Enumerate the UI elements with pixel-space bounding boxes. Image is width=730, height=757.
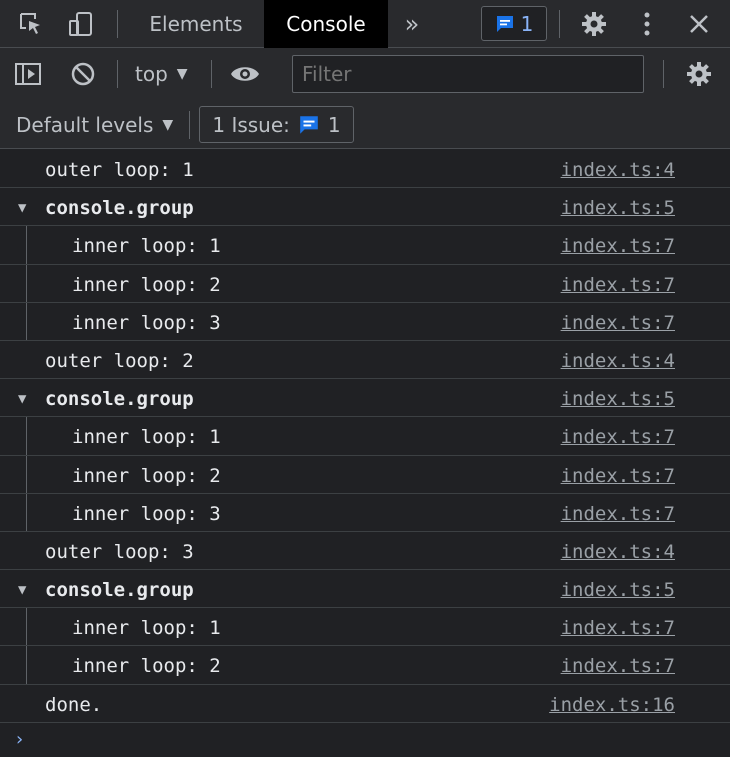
console-output: outer loop: 1 index.ts:4 ▼ console.group ind…	[0, 150, 730, 757]
source-link[interactable]: index.ts:5	[561, 579, 675, 601]
settings-gear-icon[interactable]	[579, 9, 609, 39]
expand-triangle-icon[interactable]: ▼	[18, 200, 26, 216]
group-indent-guide	[26, 646, 27, 684]
log-message: inner loop: 2	[72, 655, 221, 678]
source-link[interactable]: index.ts:4	[561, 350, 675, 372]
log-levels-label: Default levels	[16, 113, 154, 137]
log-message: console.group	[45, 388, 194, 411]
issues-button[interactable]: 1 Issue: 1	[199, 106, 354, 143]
live-expression-eye-icon[interactable]	[230, 59, 260, 89]
source-link[interactable]: index.ts:5	[561, 197, 675, 219]
more-tabs-button[interactable]: »	[392, 0, 432, 48]
log-message: outer loop: 3	[45, 540, 194, 563]
source-link[interactable]: index.ts:4	[561, 541, 675, 563]
log-message: outer loop: 1	[45, 159, 194, 181]
source-link[interactable]: index.ts:7	[561, 274, 675, 296]
group-indent-guide	[26, 302, 27, 340]
source-link[interactable]: index.ts:5	[561, 388, 675, 410]
divider	[117, 10, 118, 38]
message-icon	[496, 15, 513, 32]
log-message: inner loop: 3	[72, 502, 221, 525]
context-selector[interactable]: top ▼	[135, 62, 188, 86]
expand-triangle-icon[interactable]: ▼	[18, 391, 26, 407]
source-link[interactable]: index.ts:7	[561, 312, 675, 334]
log-message: console.group	[45, 579, 194, 602]
group-indent-guide	[26, 226, 27, 264]
group-indent-guide	[26, 493, 27, 531]
log-message: console.group	[45, 197, 194, 220]
divider	[211, 60, 212, 88]
device-toolbar-icon[interactable]	[66, 9, 96, 39]
console-log-row: outer loop: 3 index.ts:4	[0, 532, 730, 571]
filter-input[interactable]	[292, 55, 644, 93]
dropdown-arrow-icon: ▼	[176, 66, 188, 82]
tab-elements[interactable]: Elements	[135, 0, 257, 48]
source-link[interactable]: index.ts:16	[549, 694, 675, 716]
group-indent-guide	[26, 455, 27, 493]
console-log-row: outer loop: 2 index.ts:4	[0, 341, 730, 380]
source-link[interactable]: index.ts:7	[561, 465, 675, 487]
log-message: inner loop: 2	[72, 273, 221, 296]
console-log-row: inner loop: 2 index.ts:7	[0, 455, 730, 494]
context-label: top	[135, 62, 168, 86]
console-prompt[interactable]: ›	[0, 723, 730, 757]
console-log-row: inner loop: 3 index.ts:7	[0, 302, 730, 341]
console-log-row: outer loop: 1 index.ts:4	[0, 150, 730, 189]
divider	[559, 10, 560, 38]
console-group-row[interactable]: ▼ console.group index.ts:5	[0, 570, 730, 609]
divider	[117, 60, 118, 88]
console-log-row: inner loop: 2 index.ts:7	[0, 646, 730, 685]
source-link[interactable]: index.ts:7	[561, 235, 675, 257]
console-log-row: inner loop: 1 index.ts:7	[0, 608, 730, 647]
source-link[interactable]: index.ts:7	[561, 426, 675, 448]
source-link[interactable]: index.ts:7	[561, 617, 675, 639]
group-indent-guide	[26, 417, 27, 455]
log-message: inner loop: 1	[72, 617, 221, 640]
more-options-icon[interactable]	[632, 9, 662, 39]
issues-badge-button[interactable]: 1	[481, 6, 547, 41]
source-link[interactable]: index.ts:7	[561, 655, 675, 677]
console-log-row: inner loop: 1 index.ts:7	[0, 417, 730, 456]
prompt-chevron-icon: ›	[16, 728, 24, 750]
console-group-row[interactable]: ▼ console.group index.ts:5	[0, 379, 730, 418]
close-icon[interactable]	[684, 9, 714, 39]
console-log-row: done. index.ts:16	[0, 685, 730, 723]
sidebar-toggle-icon[interactable]	[13, 59, 43, 89]
group-indent-guide	[26, 608, 27, 646]
group-indent-guide	[26, 264, 27, 302]
log-levels-dropdown[interactable]: Default levels ▼	[16, 113, 173, 137]
clear-console-icon[interactable]	[68, 59, 98, 89]
divider	[189, 111, 190, 139]
message-icon	[300, 115, 318, 134]
source-link[interactable]: index.ts:7	[561, 503, 675, 525]
source-link[interactable]: index.ts:4	[561, 159, 675, 181]
console-log-row: inner loop: 2 index.ts:7	[0, 264, 730, 303]
issues-label: 1 Issue:	[212, 112, 290, 137]
dropdown-arrow-icon: ▼	[162, 117, 174, 133]
levels-bar: Default levels ▼ 1 Issue: 1	[0, 101, 730, 149]
issues-badge-count: 1	[520, 11, 534, 36]
expand-triangle-icon[interactable]: ▼	[18, 582, 26, 598]
console-toolbar: top ▼	[0, 48, 730, 101]
inspect-element-icon[interactable]	[16, 9, 46, 39]
console-group-row[interactable]: ▼ console.group index.ts:5	[0, 188, 730, 227]
divider	[663, 60, 664, 88]
console-log-row: inner loop: 3 index.ts:7	[0, 493, 730, 532]
issues-count: 1	[327, 112, 341, 137]
log-message: inner loop: 2	[72, 464, 221, 487]
devtools-tabbar: Elements Console » 1	[0, 0, 730, 48]
console-settings-gear-icon[interactable]	[684, 59, 714, 89]
log-message: inner loop: 1	[72, 426, 221, 449]
log-message: inner loop: 3	[72, 311, 221, 334]
tab-console[interactable]: Console	[264, 0, 388, 48]
log-message: outer loop: 2	[45, 349, 194, 372]
log-message: done.	[45, 693, 103, 716]
log-message: inner loop: 1	[72, 235, 221, 258]
console-log-row: inner loop: 1 index.ts:7	[0, 226, 730, 265]
